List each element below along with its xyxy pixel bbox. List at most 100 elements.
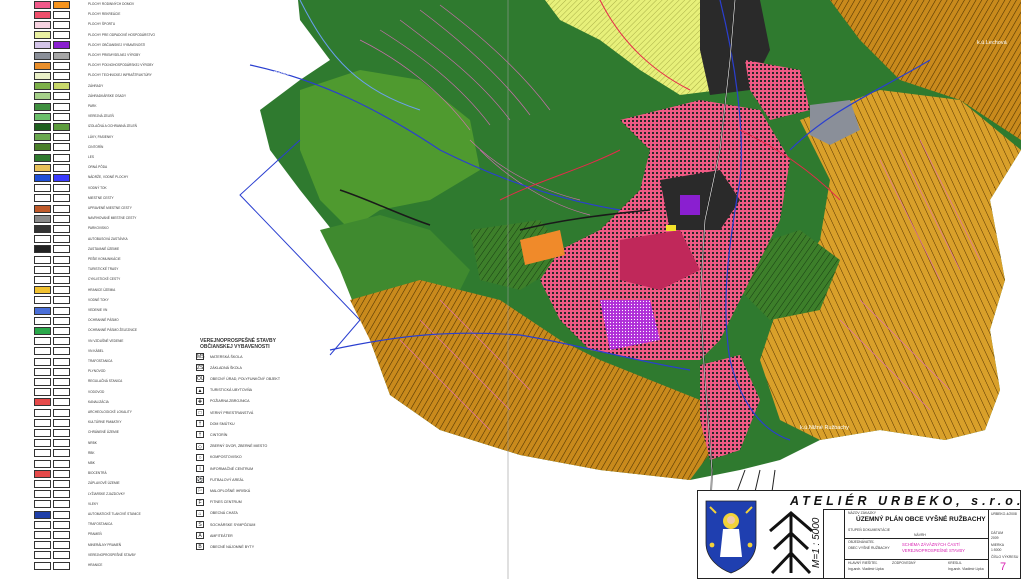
legend-label: VODNÝ TOK xyxy=(88,185,107,190)
legend-swatch xyxy=(34,449,51,458)
civic-symbol-icon: S xyxy=(196,521,204,528)
legend-swatch xyxy=(34,194,51,203)
legend-swatch xyxy=(53,153,70,162)
legend-swatch xyxy=(53,214,70,223)
legend-label: PLOCHY POĽNOHOSPODÁRSKEJ VÝROBY xyxy=(88,63,154,68)
legend-swatch xyxy=(53,428,70,437)
legend-label: PLOCHY RODINNÝCH DOMOV xyxy=(88,2,135,6)
legend-swatch xyxy=(53,316,70,325)
drawing-title-1: SCHÉMA ZÁVÄZNÝCH ČASTÍ xyxy=(902,542,960,547)
legend-label: VLEKY xyxy=(88,501,99,506)
legend-row xyxy=(34,510,72,519)
civic-legend-label: MALOPLOŠNÉ IHRISKÁ xyxy=(210,488,251,493)
civic-legend-item: ⌂ OBECNÁ CHATA xyxy=(196,509,238,518)
legend-swatch xyxy=(34,224,51,233)
legend-swatch xyxy=(53,459,70,468)
legend-row xyxy=(34,490,72,499)
legend-row xyxy=(34,306,72,315)
civic-legend-item: † CINTORÍN xyxy=(196,430,227,439)
civic-symbol-icon: ⚐ xyxy=(196,487,204,495)
civic-legend-item: ⚽ FUTBALOVÝ AREÁL xyxy=(196,475,244,484)
legend-row xyxy=(34,92,72,101)
legend-swatch xyxy=(34,551,51,560)
legend-swatch xyxy=(53,551,70,560)
legend-swatch xyxy=(34,296,51,305)
legend-row xyxy=(34,418,72,427)
legend-swatch xyxy=(53,408,70,417)
civic-legend-label: VERNÝ PRIESTRANSTVÁ xyxy=(210,410,254,415)
legend-swatch xyxy=(53,31,70,40)
civic-legend-item: † DOM SMÚTKU xyxy=(196,419,235,428)
civic-symbol-icon: ⚽ xyxy=(196,476,204,484)
civic-legend-item: A AMFITEÁTER xyxy=(196,531,233,540)
legend-swatch xyxy=(34,500,51,509)
legend-swatch xyxy=(53,337,70,346)
civic-legend-label: SOCHÁRSKE SYMPÓZIUM xyxy=(210,522,256,527)
legend-swatch xyxy=(53,439,70,448)
place-label-podolinec-south: k.ú.Podolínec xyxy=(337,361,371,367)
legend-swatch xyxy=(53,163,70,172)
legend-swatch xyxy=(34,316,51,325)
legend-swatch xyxy=(34,357,51,366)
legend-label: OCHRANNÉ PÁSMO xyxy=(88,318,119,323)
legend-swatch xyxy=(53,367,70,376)
legend-row xyxy=(34,245,72,254)
legend-swatch xyxy=(34,530,51,539)
legend-label: ZÁHRADKÁRSKE OSADY xyxy=(88,93,127,98)
place-label-podolinec-north: k.ú.Podolínec xyxy=(265,71,299,77)
legend-row xyxy=(34,469,72,478)
legend-row xyxy=(34,347,72,356)
drawing-title-2: VEREJNOPROSPEŠNÉ STAVBY xyxy=(902,548,965,553)
legend-swatch xyxy=(53,235,70,244)
legend-label: REGULAČNÁ STANICA xyxy=(88,379,123,384)
legend-swatch xyxy=(53,122,70,131)
legend-swatch xyxy=(53,275,70,284)
legend-row xyxy=(34,61,72,70)
legend-row xyxy=(34,235,72,244)
legend-swatch xyxy=(53,520,70,529)
legend-row xyxy=(34,194,72,203)
legend-label: KULTÚRNE PAMIATKY xyxy=(88,420,122,425)
legend-row xyxy=(34,530,72,539)
legend-swatch xyxy=(34,10,51,19)
legend-swatch xyxy=(53,224,70,233)
legend-label: TURISTICKÉ TRASY xyxy=(88,267,119,272)
legend-label: TRAFOSTANICA xyxy=(88,522,113,527)
legend-row xyxy=(34,316,72,325)
legend-label: NRBK xyxy=(88,440,97,445)
civic-symbol-icon: MŠ xyxy=(196,353,205,360)
legend-label: ARCHEOLOGICKÉ LOKALITY xyxy=(88,410,132,414)
legend-swatch xyxy=(34,367,51,376)
legend-swatch xyxy=(34,510,51,519)
legend-label: PARKOVISKO xyxy=(88,226,109,231)
civic-legend-item: ⚐ MALOPLOŠNÉ IHRISKÁ xyxy=(196,486,250,495)
legend-label: VEREJNOPROSPEŠNÉ STAVBY xyxy=(88,552,136,557)
civic-legend-item: OÚ OBECNÝ ÚRAD, POLYFUNKČNÝ OBJEKT xyxy=(196,374,280,383)
value-zakazka-no: URBEKO-4/2008 xyxy=(991,512,1017,516)
legend-label: HRANICE ÚZEMIA xyxy=(88,287,116,292)
legend-row xyxy=(34,377,72,386)
civic-legend-label: INFORMAČNÉ CENTRUM xyxy=(210,466,254,471)
legend-label: MIESTNE CESTY xyxy=(88,195,114,200)
project-title: ÚZEMNÝ PLÁN OBCE VYŠNÉ RUŽBACHY xyxy=(856,516,986,523)
value-datum: 2009 xyxy=(991,536,999,540)
legend-swatch xyxy=(53,204,70,213)
legend-swatch xyxy=(53,51,70,60)
legend-swatch xyxy=(34,92,51,101)
legend-row xyxy=(34,10,72,19)
legend-swatch xyxy=(34,306,51,315)
civic-legend-label: OBECNÉ NÁJOMNÉ BYTY xyxy=(210,544,255,549)
legend-swatch xyxy=(53,92,70,101)
civic-legend-label: FUTBALOVÝ AREÁL xyxy=(210,477,244,482)
legend-swatch xyxy=(34,0,51,9)
legend-row xyxy=(34,500,72,509)
label-datum: DÁTUM xyxy=(991,531,1004,535)
civic-legend-label: DOM SMÚTKU xyxy=(210,421,235,426)
legend-row xyxy=(34,112,72,121)
legend-swatch xyxy=(53,112,70,121)
civic-symbol-icon: † xyxy=(196,420,204,428)
legend-label: UPRAVENÉ MIESTNE CESTY xyxy=(88,206,132,210)
legend-label: LYŽIARSKE ZJAZDOVKY xyxy=(88,491,125,496)
legend-row xyxy=(34,173,72,182)
legend-label: VODNÉ TOKY xyxy=(88,297,109,302)
